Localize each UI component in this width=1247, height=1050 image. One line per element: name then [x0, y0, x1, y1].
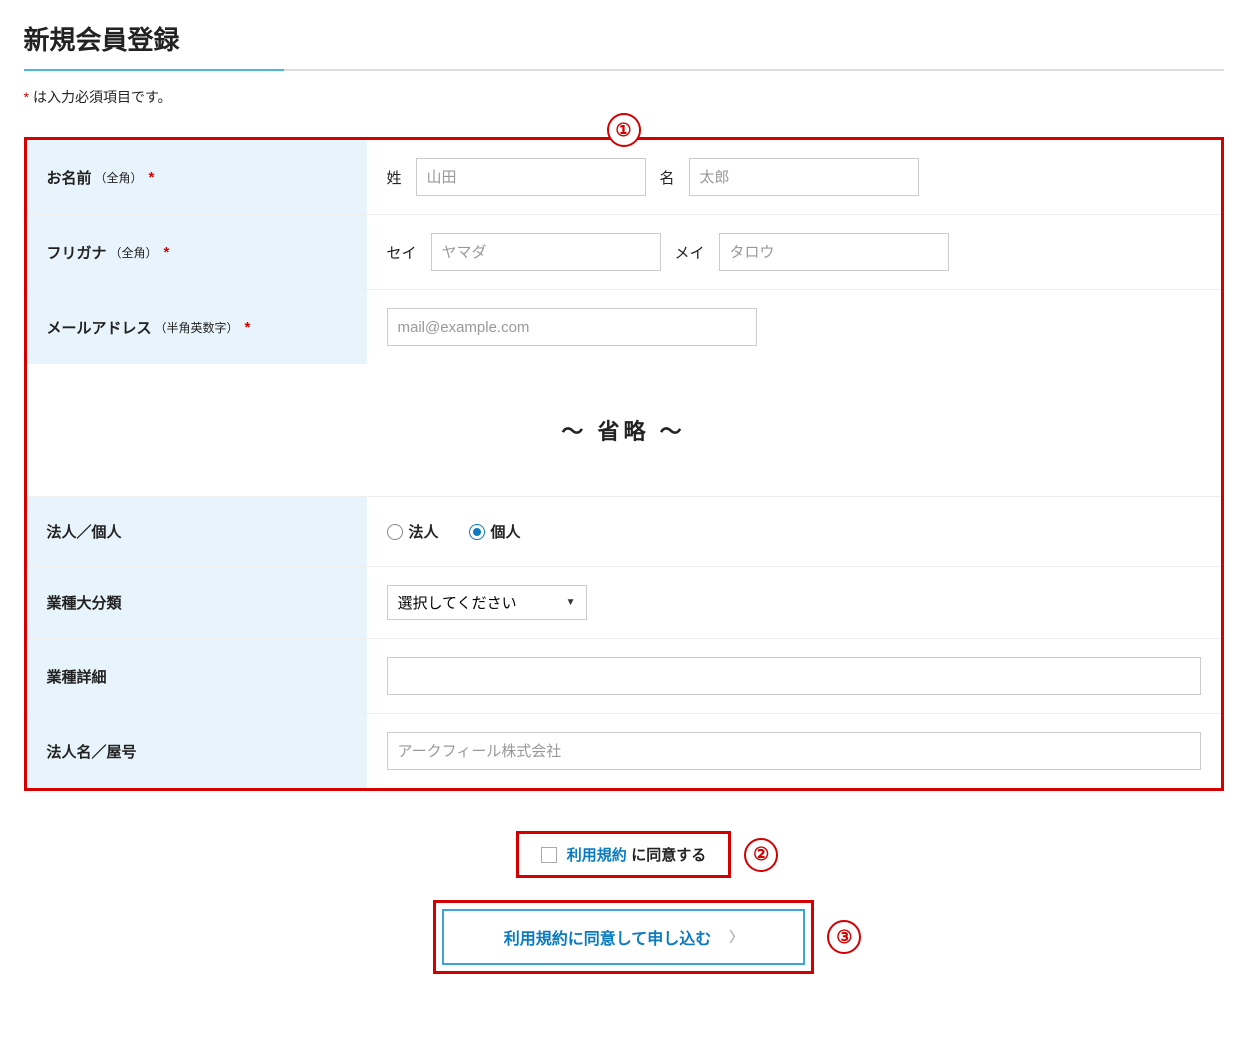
radio-corporate[interactable]: 法人: [387, 521, 439, 542]
input-kana-family[interactable]: [431, 233, 661, 271]
cell-detail: [367, 639, 1221, 713]
input-given-name[interactable]: [689, 158, 919, 196]
label-name: お名前 （全角） *: [27, 140, 367, 214]
row-entity: 法人／個人 法人 個人: [27, 496, 1221, 566]
radio-individual[interactable]: 個人: [469, 521, 521, 542]
radio-individual-label: 個人: [491, 521, 521, 542]
label-kana-text: フリガナ: [47, 242, 107, 263]
row-category: 業種大分類 選択してください ▼: [27, 566, 1221, 638]
select-category-text: 選択してください: [398, 592, 517, 613]
cell-company: [367, 714, 1221, 788]
label-name-sub: （全角）: [95, 169, 143, 186]
annotation-1: ①: [607, 113, 641, 147]
label-kana-sub: （全角）: [110, 244, 158, 261]
caret-down-icon: ▼: [566, 597, 576, 608]
row-detail: 業種詳細: [27, 638, 1221, 713]
label-detail: 業種詳細: [27, 639, 367, 713]
form-box: お名前 （全角） * 姓 名 フリガナ （全角） *: [24, 137, 1224, 791]
label-name-text: お名前: [47, 167, 92, 188]
radio-corporate-label: 法人: [409, 521, 439, 542]
required-mark: *: [164, 244, 170, 261]
label-given: 名: [660, 167, 675, 188]
submit-box: 利用規約に同意して申し込む 〉 ③: [433, 900, 815, 974]
cell-email: [367, 290, 1221, 364]
label-kana-family: セイ: [387, 242, 417, 263]
omitted-section: 〜 省略 〜: [27, 364, 1221, 496]
select-category[interactable]: 選択してください ▼: [387, 585, 587, 620]
submit-button[interactable]: 利用規約に同意して申し込む 〉: [442, 909, 806, 965]
label-entity: 法人／個人: [27, 497, 367, 566]
required-asterisk: *: [24, 89, 29, 105]
input-family-name[interactable]: [416, 158, 646, 196]
label-family: 姓: [387, 167, 402, 188]
label-email: メールアドレス （半角英数字） *: [27, 290, 367, 364]
cell-entity: 法人 個人: [367, 497, 1221, 566]
required-mark: *: [149, 169, 155, 186]
input-email[interactable]: [387, 308, 757, 346]
input-kana-given[interactable]: [719, 233, 949, 271]
submit-button-label: 利用規約に同意して申し込む: [504, 925, 712, 949]
input-company[interactable]: [387, 732, 1201, 770]
title-underline: [24, 69, 1224, 71]
terms-link[interactable]: 利用規約: [567, 847, 627, 864]
label-company: 法人名／屋号: [27, 714, 367, 788]
label-kana: フリガナ （全角） *: [27, 215, 367, 289]
agree-checkbox[interactable]: [541, 847, 557, 863]
cell-kana: セイ メイ: [367, 215, 1221, 289]
page-title: 新規会員登録: [24, 20, 1224, 69]
annotation-2: ②: [744, 838, 778, 872]
required-mark: *: [245, 319, 251, 336]
cell-category: 選択してください ▼: [367, 567, 1221, 638]
label-email-sub: （半角英数字）: [155, 319, 239, 336]
row-kana: フリガナ （全角） * セイ メイ: [27, 214, 1221, 289]
annotation-3: ③: [827, 920, 861, 954]
row-name: お名前 （全角） * 姓 名: [27, 140, 1221, 214]
label-category: 業種大分類: [27, 567, 367, 638]
label-kana-given: メイ: [675, 242, 705, 263]
radio-corporate-circle: [387, 524, 403, 540]
row-email: メールアドレス （半角英数字） *: [27, 289, 1221, 364]
chevron-right-icon: 〉: [729, 927, 743, 947]
required-note: *は入力必須項目です。: [24, 87, 1224, 107]
required-note-text: は入力必須項目です。: [33, 89, 172, 105]
radio-group-entity: 法人 個人: [387, 521, 521, 542]
agree-box: 利用規約 に同意する ②: [516, 831, 731, 878]
input-detail[interactable]: [387, 657, 1201, 695]
agree-text: に同意する: [631, 847, 706, 864]
row-company: 法人名／屋号: [27, 713, 1221, 788]
cell-name: 姓 名: [367, 140, 1221, 214]
label-email-text: メールアドレス: [47, 317, 152, 338]
radio-individual-circle: [469, 524, 485, 540]
